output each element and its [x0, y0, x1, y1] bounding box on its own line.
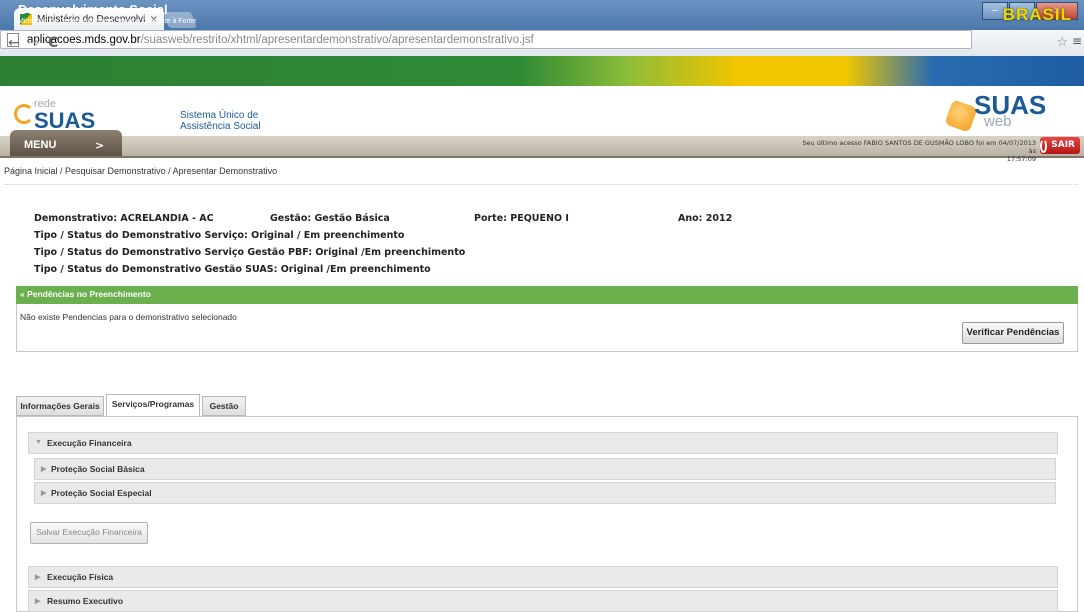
breadcrumb: Página Inicial / Pesquisar Demonstrativo…: [4, 166, 278, 176]
brasil-logo[interactable]: BRASIL: [1003, 5, 1072, 25]
suasweb-subtitle: web: [984, 113, 1012, 130]
ano-label: Ano: 2012: [678, 213, 733, 224]
url-path: /suasweb/restrito/xhtml/apresentardemons…: [140, 33, 534, 46]
demonstrativo-label: Demonstrativo: ACRELANDIA - AC: [34, 213, 214, 224]
logout-label: SAIR: [1051, 140, 1075, 150]
pendencias-title: « Pendências no Preenchimento: [20, 289, 151, 299]
collapsed-arrow-icon: ▶: [35, 574, 41, 581]
system-name-line1: Sistema Único de: [180, 110, 259, 121]
system-name-line2: Assistência Social: [180, 121, 261, 132]
tab-gestao[interactable]: Gestão: [202, 396, 246, 416]
accordion-resumo-executivo[interactable]: ▶ Resumo Executivo: [28, 590, 1058, 612]
status-pbf: Tipo / Status do Demonstrativo Serviço G…: [34, 247, 466, 258]
verify-pendencias-button[interactable]: Verificar Pendências: [962, 322, 1064, 344]
last-access-line2: 17:57:09: [1006, 155, 1036, 163]
last-access-info: Seu último acesso FABIO SANTOS DE GUSMÃO…: [796, 139, 1036, 163]
gov-title: Desenvolvimento Social: [18, 2, 168, 17]
breadcrumb-divider: [4, 184, 1078, 185]
collapsed-arrow-icon: ▶: [41, 490, 47, 497]
accordion-execucao-financeira[interactable]: ▼ Execução Financeira: [28, 432, 1058, 454]
tab-informacoes-gerais[interactable]: Informações Gerais: [16, 396, 104, 416]
status-suas: Tipo / Status do Demonstrativo Gestão SU…: [34, 264, 431, 275]
accordion-protecao-especial[interactable]: ▶ Proteção Social Especial: [34, 482, 1056, 504]
accordion-execucao-fisica[interactable]: ▶ Execução Física: [28, 566, 1058, 588]
rede-suas-ring-icon: [14, 104, 34, 124]
collapsed-arrow-icon: ▶: [35, 598, 41, 605]
last-access-line1: Seu último acesso FABIO SANTOS DE GUSMÃO…: [802, 139, 1036, 155]
accordion-label: Resumo Executivo: [47, 596, 124, 606]
logo-area: [0, 86, 1084, 136]
forward-arrow-icon[interactable]: →: [28, 35, 40, 51]
address-bar[interactable]: aplicacoes.mds.gov.br/suasweb/restrito/x…: [0, 30, 972, 49]
menu-button[interactable]: MENU: [10, 130, 122, 156]
accordion-label: Proteção Social Básica: [51, 464, 145, 474]
browser-menu-icon[interactable]: ≡: [1072, 34, 1082, 48]
browser-toolbar: ← → C aplicacoes.mds.gov.br/suasweb/rest…: [0, 30, 1084, 57]
status-servico: Tipo / Status do Demonstrativo Serviço: …: [34, 230, 405, 241]
porte-label: Porte: PEQUENO I: [474, 213, 569, 224]
gov-banner: [0, 56, 1084, 86]
reload-icon[interactable]: C: [48, 35, 58, 51]
accordion-label: Proteção Social Especial: [51, 488, 152, 498]
accordion-label: Execução Financeira: [47, 438, 132, 448]
pendencias-header[interactable]: « Pendências no Preenchimento: [16, 286, 1078, 304]
accordion-label: Execução Física: [47, 572, 114, 582]
logout-button[interactable]: SAIR: [1040, 137, 1080, 154]
save-execucao-financeira-button[interactable]: Salvar Execução Financeira: [30, 522, 148, 544]
tab-servicos-programas[interactable]: Serviços/Programas: [106, 394, 200, 417]
pendencias-message: Não existe Pendencias para o demonstrati…: [20, 312, 237, 322]
collapsed-arrow-icon: ▶: [41, 466, 47, 473]
gov-subtitle: Ministério do Desenvolvimento Social e C…: [18, 18, 197, 25]
expanded-arrow-icon: ▼: [35, 439, 42, 446]
power-icon: [1040, 138, 1048, 153]
back-arrow-icon[interactable]: ←: [8, 35, 20, 51]
url-domain: aplicacoes.mds.gov.br: [27, 33, 141, 46]
accordion-protecao-basica[interactable]: ▶ Proteção Social Básica: [34, 458, 1056, 480]
menu-chevron-icon[interactable]: >: [95, 139, 104, 152]
gestao-label: Gestão: Gestão Básica: [270, 213, 390, 224]
bookmark-star-icon[interactable]: ☆: [1056, 35, 1068, 50]
